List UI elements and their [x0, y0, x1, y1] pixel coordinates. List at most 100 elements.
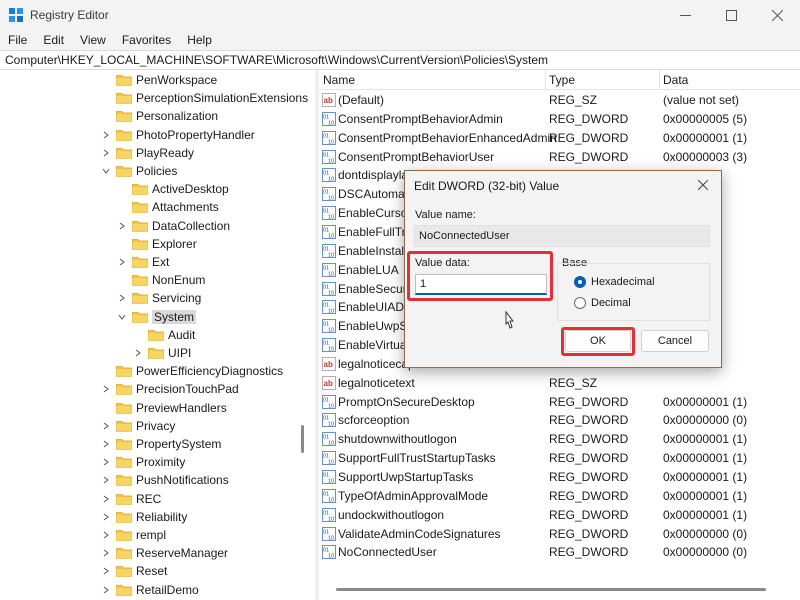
tree-item-label[interactable]: DataCollection [152, 219, 230, 233]
tree-item-label[interactable]: UIPI [168, 346, 191, 360]
tree-item-photopropertyhandler[interactable]: PhotoPropertyHandler [100, 126, 255, 144]
value-row[interactable]: 01 10 ConsentPromptBehaviorUser REG_DWORD 0x… [319, 148, 800, 167]
value-row[interactable]: 01 10 scforceoption REG_DWORD 0x00000000 (0) [319, 411, 800, 430]
key-tree[interactable]: PenWorkspace PerceptionSimulationExtensio… [0, 70, 314, 600]
tree-item-proximity[interactable]: Proximity [100, 453, 185, 471]
horizontal-scrollbar[interactable] [336, 588, 766, 591]
tree-item-label[interactable]: Reset [136, 564, 167, 578]
tree-item-label[interactable]: System [152, 309, 197, 324]
value-row[interactable]: 01 10 undockwithoutlogon REG_DWORD 0x0000000… [319, 506, 800, 525]
tree-item-penworkspace[interactable]: PenWorkspace [100, 71, 217, 89]
tree-item-policies[interactable]: Policies [100, 162, 177, 180]
tree-item-label[interactable]: PenWorkspace [136, 73, 217, 87]
radio-unselected-icon[interactable] [574, 297, 586, 309]
menu-favorites[interactable]: Favorites [114, 30, 179, 50]
tree-item-label[interactable]: rempl [136, 528, 166, 542]
minimize-button[interactable] [662, 0, 708, 30]
value-row[interactable]: ab legalnoticetext REG_SZ [319, 374, 800, 393]
chevron-right-icon[interactable] [100, 565, 112, 577]
chevron-down-icon[interactable] [100, 165, 112, 177]
chevron-right-icon[interactable] [116, 220, 128, 232]
chevron-right-icon[interactable] [100, 456, 112, 468]
tree-item-label[interactable]: RetailDemo [136, 583, 199, 597]
tree-item-label[interactable]: Policies [136, 164, 177, 178]
tree-item-label[interactable]: ReserveManager [136, 546, 228, 560]
chevron-right-icon[interactable] [100, 547, 112, 559]
radio-decimal[interactable]: Decimal [574, 297, 631, 309]
value-row[interactable]: 01 10 NoConnectedUser REG_DWORD 0x00000000 (… [319, 543, 800, 562]
chevron-right-icon[interactable] [100, 420, 112, 432]
tree-item-label[interactable]: REC [136, 492, 161, 506]
radio-hexadecimal-label[interactable]: Hexadecimal [591, 276, 655, 288]
tree-item-label[interactable]: PropertySystem [136, 437, 221, 451]
chevron-right-icon[interactable] [132, 347, 144, 359]
value-row[interactable]: 01 10 TypeOfAdminApprovalMode REG_DWORD 0x00… [319, 487, 800, 506]
tree-item-ext[interactable]: Ext [116, 253, 169, 271]
tree-item-label[interactable]: Privacy [136, 419, 175, 433]
tree-item-label[interactable]: PrecisionTouchPad [136, 382, 239, 396]
tree-item-label[interactable]: Explorer [152, 237, 197, 251]
tree-item-label[interactable]: Proximity [136, 455, 185, 469]
value-row[interactable]: 01 10 ConsentPromptBehaviorAdmin REG_DWORD 0… [319, 110, 800, 129]
tree-item-propertysystem[interactable]: PropertySystem [100, 435, 221, 453]
tree-item-perceptionsimulationextensions[interactable]: PerceptionSimulationExtensions [100, 89, 308, 107]
tree-item-label[interactable]: Servicing [152, 291, 201, 305]
column-divider[interactable] [545, 70, 546, 90]
radio-selected-icon[interactable] [574, 276, 586, 288]
tree-item-label[interactable]: PlayReady [136, 146, 194, 160]
chevron-right-icon[interactable] [100, 584, 112, 596]
chevron-right-icon[interactable] [100, 511, 112, 523]
dialog-close-button[interactable] [691, 174, 715, 196]
value-row[interactable]: 01 10 SupportUwpStartupTasks REG_DWORD 0x000… [319, 468, 800, 487]
tree-item-system[interactable]: System [116, 308, 197, 326]
tree-item-label[interactable]: Reliability [136, 510, 187, 524]
tree-item-reset[interactable]: Reset [100, 562, 167, 580]
chevron-right-icon[interactable] [116, 256, 128, 268]
value-row[interactable]: 01 10 ValidateAdminCodeSignatures REG_DWORD… [319, 525, 800, 544]
tree-item-uipi[interactable]: UIPI [132, 344, 191, 362]
tree-item-label[interactable]: PowerEfficiencyDiagnostics [136, 364, 283, 378]
tree-item-label[interactable]: Ext [152, 255, 169, 269]
tree-item-personalization[interactable]: Personalization [100, 107, 218, 125]
tree-item-label[interactable]: Personalization [136, 109, 218, 123]
tree-item-audit[interactable]: Audit [132, 326, 195, 344]
tree-item-label[interactable]: PhotoPropertyHandler [136, 128, 255, 142]
tree-item-attachments[interactable]: Attachments [116, 198, 219, 216]
chevron-right-icon[interactable] [100, 383, 112, 395]
value-row[interactable]: 01 10 shutdownwithoutlogon REG_DWORD 0x00000… [319, 430, 800, 449]
column-header-data[interactable]: Data [663, 73, 688, 87]
address-path[interactable]: Computer\HKEY_LOCAL_MACHINE\SOFTWARE\Mic… [5, 53, 548, 67]
address-bar[interactable]: Computer\HKEY_LOCAL_MACHINE\SOFTWARE\Mic… [0, 50, 800, 70]
tree-item-datacollection[interactable]: DataCollection [116, 217, 230, 235]
tree-item-label[interactable]: Audit [168, 328, 195, 342]
tree-item-label[interactable]: PreviewHandlers [136, 401, 227, 415]
chevron-right-icon[interactable] [100, 438, 112, 450]
tree-item-explorer[interactable]: Explorer [116, 235, 197, 253]
tree-item-rempl[interactable]: rempl [100, 526, 166, 544]
tree-item-label[interactable]: Attachments [152, 200, 219, 214]
tree-item-label[interactable]: PushNotifications [136, 473, 229, 487]
tree-item-label[interactable]: NonEnum [152, 273, 205, 287]
tree-item-previewhandlers[interactable]: PreviewHandlers [100, 399, 227, 417]
chevron-right-icon[interactable] [100, 493, 112, 505]
tree-scrollbar[interactable] [301, 425, 304, 453]
menu-edit[interactable]: Edit [35, 30, 72, 50]
menu-view[interactable]: View [72, 30, 114, 50]
tree-item-powerefficiencydiagnostics[interactable]: PowerEfficiencyDiagnostics [100, 362, 283, 380]
tree-item-playready[interactable]: PlayReady [100, 144, 194, 162]
value-row[interactable]: 01 10 SupportFullTrustStartupTasks REG_DWOR… [319, 449, 800, 468]
tree-item-retaildemo[interactable]: RetailDemo [100, 581, 199, 599]
tree-item-pushnotifications[interactable]: PushNotifications [100, 471, 229, 489]
tree-item-label[interactable]: ActiveDesktop [152, 182, 229, 196]
tree-item-label[interactable]: PerceptionSimulationExtensions [136, 91, 308, 105]
value-row[interactable]: ab (Default) REG_SZ (value not set) [319, 91, 800, 110]
value-row[interactable]: 01 10 PromptOnSecureDesktop REG_DWORD 0x0000… [319, 393, 800, 412]
tree-item-nonenum[interactable]: NonEnum [116, 271, 205, 289]
maximize-button[interactable] [708, 0, 754, 30]
tree-item-rec[interactable]: REC [100, 490, 161, 508]
value-row[interactable]: 01 10 ConsentPromptBehaviorEnhancedAdmin RE… [319, 129, 800, 148]
menu-help[interactable]: Help [179, 30, 220, 50]
tree-item-reliability[interactable]: Reliability [100, 508, 187, 526]
cancel-button[interactable]: Cancel [641, 330, 709, 352]
radio-decimal-label[interactable]: Decimal [591, 297, 631, 309]
